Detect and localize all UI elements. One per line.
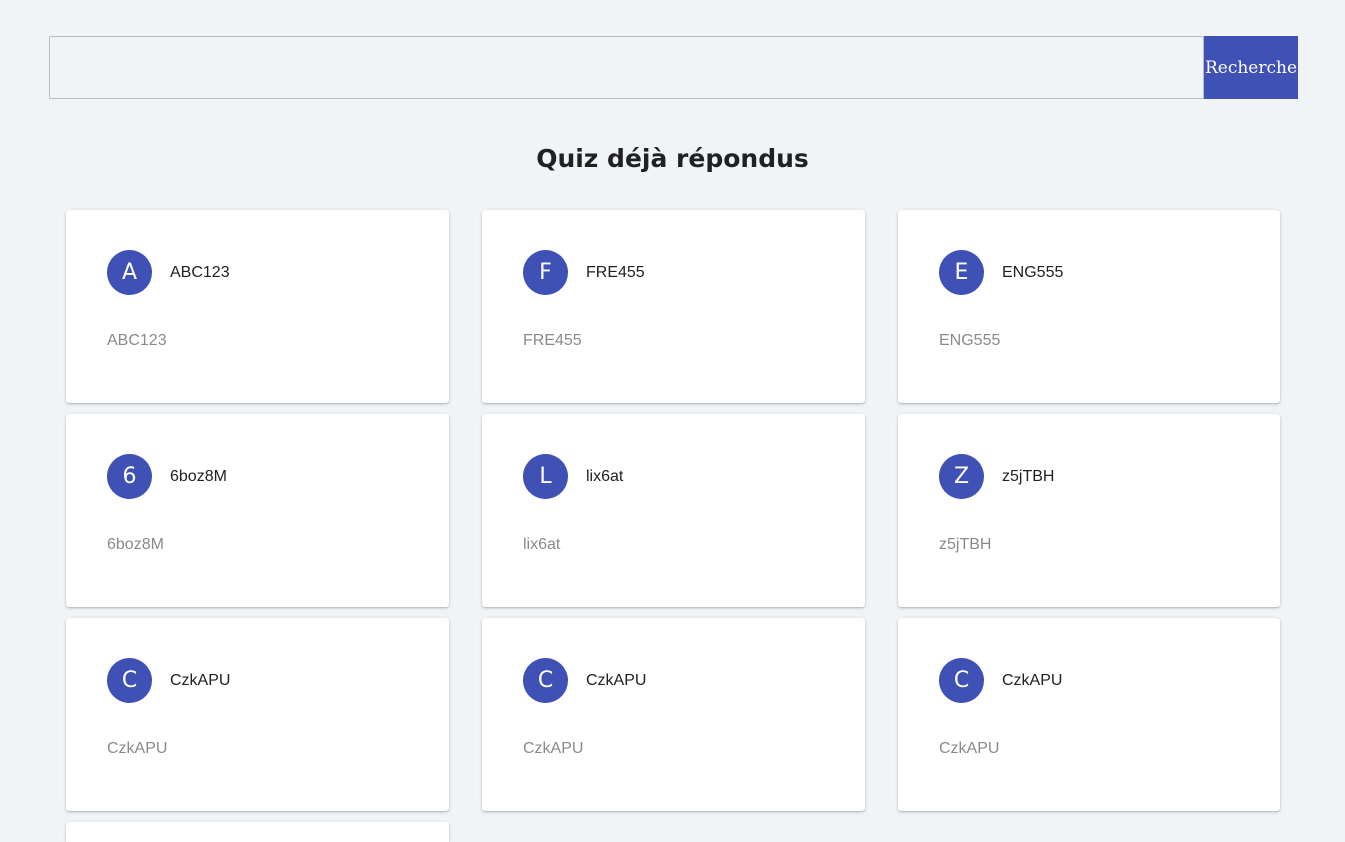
- page-title: Quiz déjà répondus: [536, 144, 809, 173]
- quiz-card-title: ABC123: [170, 263, 230, 281]
- quiz-card-title: ENG555: [1002, 263, 1064, 281]
- quiz-card-header: Z z5jTBH: [939, 454, 1054, 499]
- quiz-card[interactable]: F FRE455 FRE455: [482, 210, 865, 403]
- quiz-card-title: lix6at: [586, 467, 624, 485]
- quiz-card-header: L lix6at: [523, 454, 623, 499]
- avatar: Z: [939, 454, 984, 499]
- search-button[interactable]: Recherche: [1204, 36, 1298, 99]
- quiz-card-header: A ABC123: [107, 250, 230, 295]
- avatar: C: [107, 658, 152, 703]
- quiz-card-subtitle: CzkAPU: [107, 740, 168, 757]
- quiz-card-title: CzkAPU: [586, 671, 647, 689]
- avatar: L: [523, 454, 568, 499]
- quiz-card-header: C CzkAPU: [523, 658, 646, 703]
- avatar: C: [523, 658, 568, 703]
- avatar: 6: [107, 454, 152, 499]
- quiz-card-subtitle: CzkAPU: [939, 740, 1000, 757]
- quiz-card-subtitle: FRE455: [523, 332, 582, 349]
- quiz-card[interactable]: 6 6boz8M 6boz8M: [66, 414, 449, 607]
- quiz-card[interactable]: A ABC123 ABC123: [66, 210, 449, 403]
- quiz-card-title: CzkAPU: [170, 671, 231, 689]
- quiz-card-subtitle: z5jTBH: [939, 536, 992, 553]
- quiz-card[interactable]: C CzkAPU CzkAPU: [482, 618, 865, 811]
- quiz-card[interactable]: C CzkAPU CzkAPU: [66, 618, 449, 811]
- quiz-card-partial[interactable]: [66, 822, 449, 842]
- quiz-card-subtitle: CzkAPU: [523, 740, 584, 757]
- quiz-card-title: FRE455: [586, 263, 645, 281]
- quiz-card-title: z5jTBH: [1002, 467, 1055, 485]
- quiz-card[interactable]: E ENG555 ENG555: [898, 210, 1280, 403]
- quiz-card-header: C CzkAPU: [939, 658, 1062, 703]
- quiz-card-header: 6 6boz8M: [107, 454, 227, 499]
- quiz-card-title: CzkAPU: [1002, 671, 1063, 689]
- avatar: C: [939, 658, 984, 703]
- search-input[interactable]: [49, 36, 1204, 99]
- avatar: A: [107, 250, 152, 295]
- quiz-card-subtitle: ENG555: [939, 332, 1001, 349]
- quiz-card-header: E ENG555: [939, 250, 1063, 295]
- quiz-grid: A ABC123 ABC123 F FRE455 FRE455 E ENG555…: [66, 210, 1280, 842]
- quiz-card[interactable]: C CzkAPU CzkAPU: [898, 618, 1280, 811]
- quiz-card[interactable]: Z z5jTBH z5jTBH: [898, 414, 1280, 607]
- search-bar: Recherche: [49, 36, 1298, 99]
- quiz-card[interactable]: L lix6at lix6at: [482, 414, 865, 607]
- quiz-card-subtitle: 6boz8M: [107, 536, 164, 553]
- quiz-card-subtitle: lix6at: [523, 536, 561, 553]
- quiz-card-title: 6boz8M: [170, 467, 227, 485]
- avatar: F: [523, 250, 568, 295]
- quiz-card-subtitle: ABC123: [107, 332, 167, 349]
- quiz-card-header: C CzkAPU: [107, 658, 230, 703]
- avatar: E: [939, 250, 984, 295]
- quiz-card-header: F FRE455: [523, 250, 645, 295]
